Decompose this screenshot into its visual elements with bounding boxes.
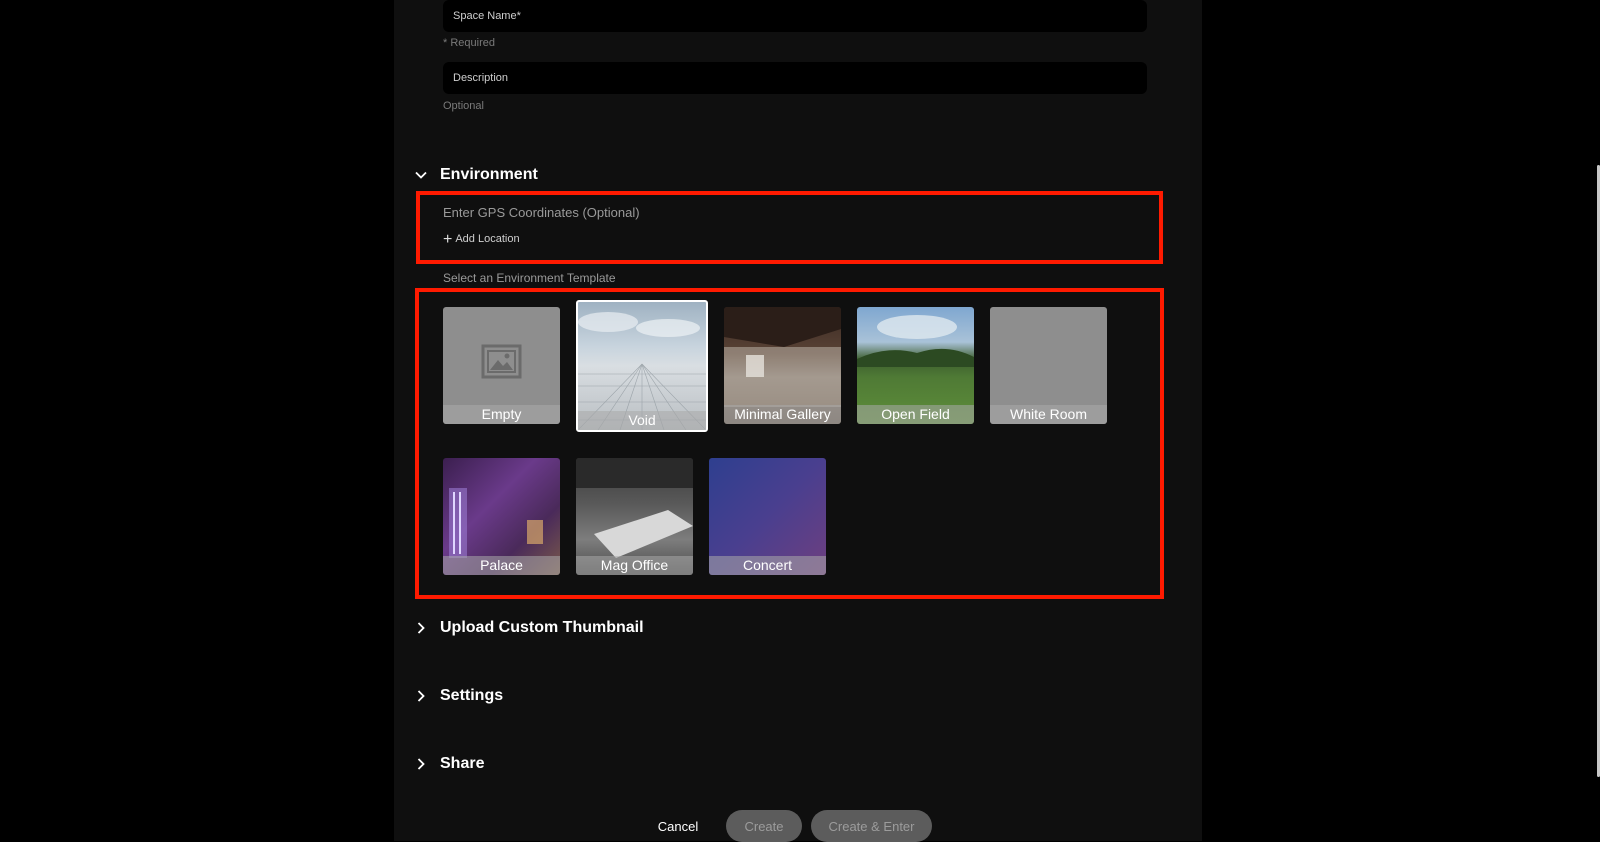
settings-title: Settings (440, 687, 504, 704)
create-enter-button[interactable]: Create & Enter (811, 810, 932, 842)
template-tile-minimal-gallery[interactable]: Minimal Gallery (724, 307, 841, 424)
template-tile-open-field[interactable]: Open Field (857, 307, 974, 424)
template-label: Minimal Gallery (724, 405, 841, 424)
template-label: Concert (709, 556, 826, 575)
cancel-button[interactable]: Cancel (648, 810, 708, 842)
chevron-right-icon (417, 622, 425, 634)
template-tile-void[interactable]: Void (576, 300, 708, 432)
share-title: Share (440, 755, 485, 772)
image-placeholder-icon (481, 344, 522, 379)
template-label: Empty (443, 405, 560, 424)
space-name-label: Space Name* (453, 10, 521, 22)
template-tile-white-room[interactable]: White Room (990, 307, 1107, 424)
template-tile-empty[interactable]: Empty (443, 307, 560, 424)
description-input[interactable]: Description (443, 62, 1147, 94)
template-label: Void (578, 411, 706, 430)
template-label: White Room (990, 405, 1107, 424)
template-title: Select an Environment Template (443, 271, 616, 285)
add-location-label: Add Location (455, 233, 520, 245)
create-button[interactable]: Create (726, 810, 802, 842)
share-section-toggle[interactable]: Share (414, 755, 484, 773)
chevron-right-icon (417, 690, 425, 702)
plus-icon: + (443, 230, 453, 248)
space-name-hint: * Required (443, 37, 495, 49)
thumbnail-title: Upload Custom Thumbnail (440, 619, 644, 636)
template-label: Palace (443, 556, 560, 575)
gps-title: Enter GPS Coordinates (Optional) (443, 205, 640, 220)
template-label: Mag Office (576, 556, 693, 575)
template-label: Open Field (857, 405, 974, 424)
environment-title: Environment (440, 166, 538, 183)
environment-section-toggle[interactable]: Environment (414, 166, 538, 184)
description-label: Description (453, 72, 509, 84)
chevron-right-icon (417, 758, 425, 770)
template-tile-palace[interactable]: Palace (443, 458, 560, 575)
gps-highlight-box (416, 191, 1163, 264)
template-tile-mag-office[interactable]: Mag Office (576, 458, 693, 575)
settings-section-toggle[interactable]: Settings (414, 687, 503, 705)
add-location-button[interactable]: + Add Location (443, 230, 520, 248)
description-hint: Optional (443, 100, 484, 112)
space-name-input[interactable]: Space Name* (443, 0, 1147, 32)
thumbnail-section-toggle[interactable]: Upload Custom Thumbnail (414, 619, 644, 637)
chevron-down-icon (415, 171, 427, 179)
template-tile-concert[interactable]: Concert (709, 458, 826, 575)
